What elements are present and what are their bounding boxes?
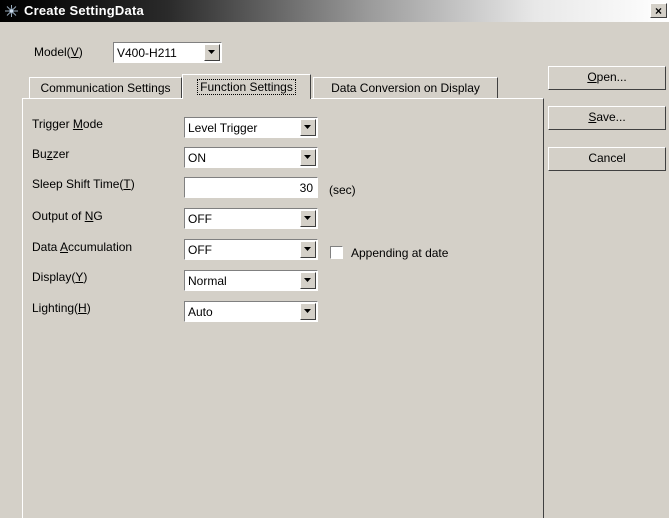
- buzzer-combobox[interactable]: ON: [184, 147, 318, 168]
- data-accumulation-label: Data Accumulation: [32, 240, 133, 254]
- cancel-button[interactable]: Cancel: [548, 147, 666, 171]
- appending-at-date-checkbox[interactable]: [330, 246, 343, 259]
- app-icon: [4, 4, 19, 18]
- title-bar: Create SettingData ×: [0, 0, 669, 22]
- save-button[interactable]: Save...: [548, 106, 666, 130]
- sleep-shift-time-label: Sleep Shift Time(T): [32, 177, 135, 191]
- model-value: V400-H211: [117, 46, 177, 60]
- window-title: Create SettingData: [24, 3, 144, 18]
- buzzer-value: ON: [188, 151, 206, 165]
- tab-label: Communication Settings: [40, 81, 171, 95]
- data-accumulation-value: OFF: [188, 243, 212, 257]
- sleep-shift-time-input[interactable]: 30: [184, 177, 318, 198]
- buzzer-label: Buzzer: [32, 147, 70, 161]
- lighting-value: Auto: [188, 305, 213, 319]
- trigger-mode-value: Level Trigger: [188, 121, 258, 135]
- chevron-down-icon[interactable]: [300, 119, 316, 136]
- tab-data-conversion-on-display[interactable]: Data Conversion on Display: [313, 77, 498, 98]
- open-button[interactable]: Open...: [548, 66, 666, 90]
- chevron-down-icon[interactable]: [300, 149, 316, 166]
- close-icon: ×: [654, 4, 662, 18]
- trigger-mode-combobox[interactable]: Level Trigger: [184, 117, 318, 138]
- display-label: Display(Y): [32, 270, 88, 284]
- tab-communication-settings[interactable]: Communication Settings: [29, 77, 182, 98]
- data-accumulation-combobox[interactable]: OFF: [184, 239, 318, 260]
- tab-function-settings[interactable]: Function Settings: [182, 74, 311, 99]
- chevron-down-icon[interactable]: [300, 241, 316, 258]
- tab-label: Function Settings: [197, 79, 296, 95]
- chevron-down-icon[interactable]: [300, 210, 316, 227]
- lighting-combobox[interactable]: Auto: [184, 301, 318, 322]
- output-of-ng-combobox[interactable]: OFF: [184, 208, 318, 229]
- chevron-down-icon[interactable]: [300, 303, 316, 320]
- sleep-shift-time-unit: (sec): [329, 183, 356, 197]
- output-of-ng-label: Output of NG: [32, 209, 103, 223]
- close-button[interactable]: ×: [650, 3, 667, 18]
- tab-label: Data Conversion on Display: [331, 81, 480, 95]
- output-of-ng-value: OFF: [188, 212, 212, 226]
- trigger-mode-label: Trigger Mode: [32, 117, 103, 131]
- model-label: Model(V): [34, 45, 83, 59]
- appending-at-date-label: Appending at date: [351, 246, 449, 260]
- display-value: Normal: [188, 274, 227, 288]
- lighting-label: Lighting(H): [32, 301, 91, 315]
- model-combobox[interactable]: V400-H211: [113, 42, 222, 63]
- chevron-down-icon[interactable]: [204, 44, 220, 61]
- display-combobox[interactable]: Normal: [184, 270, 318, 291]
- chevron-down-icon[interactable]: [300, 272, 316, 289]
